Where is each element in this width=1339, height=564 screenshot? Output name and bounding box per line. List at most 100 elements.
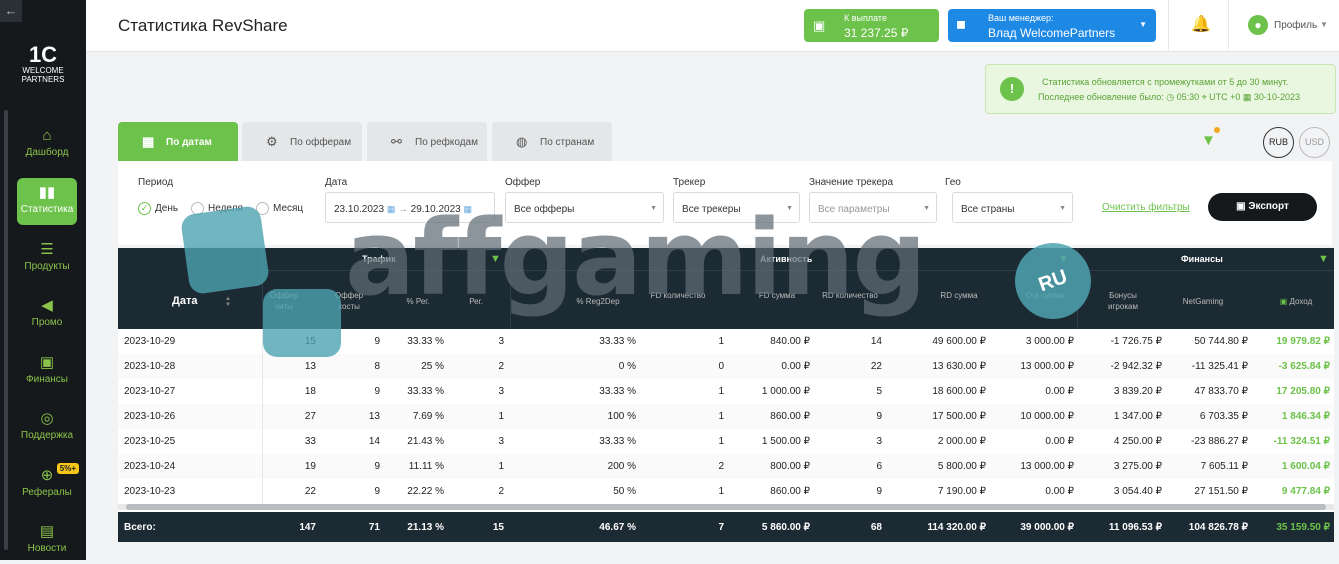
page-title: Статистика RevShare <box>118 16 288 35</box>
cell-rd-count: 14 <box>870 336 882 347</box>
cell-rd-count: 5 <box>876 386 882 397</box>
column-divider <box>262 248 263 329</box>
geo-label: Гео <box>945 177 961 188</box>
bell-icon[interactable]: 🔔 <box>1191 14 1211 34</box>
tab-by-dates[interactable]: ▦ По датам <box>118 122 238 161</box>
col-reg-percent[interactable]: % Рег. <box>388 296 448 307</box>
manager-dropdown[interactable]: ◼ Ваш менеджер: Влад WelcomePartners ▼ <box>948 9 1156 42</box>
sidebar-item-statistics[interactable]: ▮▮ Статистика <box>17 178 77 225</box>
chevron-down-icon[interactable]: ▼ <box>1320 20 1328 29</box>
col-reg[interactable]: Рег. <box>454 296 498 307</box>
clear-filters-link[interactable]: Очистить фильтры <box>1102 202 1190 213</box>
period-day-radio[interactable]: ✓ День <box>138 202 178 215</box>
cell-netgaming: -11 325.41 ₽ <box>1191 361 1248 372</box>
manager-label: Ваш менеджер: <box>988 13 1054 23</box>
sidebar-item-label: Промо <box>31 317 63 328</box>
date-to[interactable]: 29.10.2023 <box>411 204 461 215</box>
sidebar-item-support[interactable]: ◎ Поддержка <box>17 404 77 451</box>
offer-select[interactable]: Все офферы ▼ <box>505 192 664 223</box>
horizontal-scrollbar[interactable] <box>118 504 1334 510</box>
profile-link[interactable]: Профиль <box>1274 20 1317 31</box>
total-rd-count: 68 <box>870 522 882 533</box>
col-offer-hosts[interactable]: Оффер хосты <box>328 290 370 312</box>
tab-by-countries[interactable]: ◍ По странам <box>492 122 612 161</box>
scrollbar-thumb[interactable] <box>126 504 1326 510</box>
sort-icon[interactable]: ▲ ▼ <box>225 296 231 308</box>
info-icon: ! <box>1000 77 1024 101</box>
sidebar-item-products[interactable]: ☰ Продукты <box>17 235 77 282</box>
col-netgaming[interactable]: NetGaming <box>1170 296 1236 307</box>
period-week-radio[interactable]: Неделя <box>191 202 243 215</box>
table-header: Трафик ▼ Активность ▼ Финансы ▼ Дата ▲ ▼ … <box>118 248 1334 329</box>
avatar[interactable]: ● <box>1248 15 1268 35</box>
tab-by-refcodes[interactable]: ⚯ По рефкодам <box>367 122 487 161</box>
cell-offer-hits: 18 <box>304 386 316 397</box>
group-divider <box>263 270 1334 271</box>
filter-icon[interactable]: ▼ <box>1201 132 1216 149</box>
tab-label: По рефкодам <box>415 137 478 148</box>
cell-fd-count: 1 <box>718 486 724 497</box>
tab-by-offers[interactable]: ⚙ По офферам <box>242 122 362 161</box>
sidebar-scrollbar[interactable] <box>4 110 8 550</box>
currency-usd-button[interactable]: USD <box>1299 127 1330 158</box>
cell-reg-percent: 25 % <box>421 361 444 372</box>
col-out-sum[interactable]: Out сумма <box>1022 290 1068 301</box>
col-income[interactable]: ▣ Доход <box>1266 296 1326 307</box>
tracker-select[interactable]: Все трекеры ▼ <box>673 192 800 223</box>
col-fd-sum[interactable]: FD сумма <box>754 290 800 301</box>
cell-fd-sum: 0.00 ₽ <box>781 361 810 372</box>
cell-netgaming: 27 151.50 ₽ <box>1194 486 1248 497</box>
payout-widget[interactable]: ▣ К выплате 31 237.25 ₽ <box>804 9 939 42</box>
table-row: 2023-10-25 33 14 21.43 % 3 33.33 % 1 1 500.00 ₽… <box>118 429 1334 454</box>
logo[interactable]: 1C WELCOME PARTNERS <box>14 44 72 94</box>
sidebar-item-referrals[interactable]: ⊕ Рефералы 5%+ <box>17 461 79 508</box>
cell-reg: 2 <box>498 361 504 372</box>
table-row: 2023-10-23 22 9 22.22 % 2 50 % 1 860.00 ₽ 9 7 190… <box>118 479 1334 504</box>
date-column-header[interactable]: Дата <box>172 295 197 307</box>
collapse-sidebar-button[interactable]: ← <box>0 0 22 22</box>
col-rd-sum[interactable]: RD сумма <box>936 290 982 301</box>
filter-icon[interactable]: ▼ <box>1318 253 1329 265</box>
tracker-label: Трекер <box>673 177 706 188</box>
logo-text-2: PARTNERS <box>21 75 65 84</box>
sidebar-item-finance[interactable]: ▣ Финансы <box>17 348 77 395</box>
export-button[interactable]: ▣ Экспорт <box>1208 193 1317 221</box>
filter-icon[interactable]: ▼ <box>1058 253 1069 265</box>
col-offer-hits[interactable]: Оффер хиты <box>264 290 304 312</box>
sidebar-item-dashboard[interactable]: ⌂ Дашборд <box>17 121 77 168</box>
cell-out-sum: 0.00 ₽ <box>1045 386 1074 397</box>
date-range-picker[interactable]: 23.10.2023 ▦ → 29.10.2023 ▦ <box>325 192 495 223</box>
cell-player-bonus: 1 347.00 ₽ <box>1113 411 1162 422</box>
cell-reg2dep: 100 % <box>607 411 636 422</box>
cell-date: 2023-10-23 <box>124 486 176 497</box>
sidebar-item-promo[interactable]: ◀ Промо <box>17 291 77 338</box>
col-fd-count[interactable]: FD количество <box>650 290 706 301</box>
table-row: 2023-10-24 19 9 11.11 % 1 200 % 2 800.00 ₽ 6 5 80… <box>118 454 1334 479</box>
total-rd-sum: 114 320.00 ₽ <box>927 522 986 533</box>
cell-offer-hosts: 13 <box>368 411 380 422</box>
total-netgaming: 104 826.78 ₽ <box>1188 522 1248 533</box>
geo-value: Все страны <box>961 204 1015 215</box>
col-player-bonus[interactable]: Бонусы игрокам <box>1096 290 1150 312</box>
sidebar-item-label: Статистика <box>20 204 74 215</box>
col-rd-count[interactable]: RD количество <box>822 290 878 301</box>
date-from[interactable]: 23.10.2023 <box>334 204 384 215</box>
cell-reg: 2 <box>498 486 504 497</box>
chevron-down-icon: ▼ <box>1059 205 1066 212</box>
sidebar-item-label: Продукты <box>24 261 70 272</box>
cell-reg2dep: 33.33 % <box>599 336 636 347</box>
cell-netgaming: -23 886.27 ₽ <box>1191 436 1248 447</box>
arrow-right-icon: → <box>397 204 411 215</box>
currency-rub-button[interactable]: RUB <box>1263 127 1294 158</box>
geo-select[interactable]: Все страны ▼ <box>952 192 1073 223</box>
period-month-radio[interactable]: Месяц <box>256 202 303 215</box>
filter-icon[interactable]: ▼ <box>490 253 501 265</box>
cell-income: 19 979.82 ₽ <box>1276 336 1330 347</box>
totals-label: Всего: <box>124 522 156 533</box>
col-reg2dep[interactable]: % Reg2Dep <box>548 296 648 307</box>
cell-netgaming: 6 703.35 ₽ <box>1199 411 1248 422</box>
tracker-value-select[interactable]: Все параметры ▼ <box>809 192 937 223</box>
total-player-bonus: 11 096.53 ₽ <box>1108 522 1162 533</box>
cell-out-sum: 13 000.00 ₽ <box>1020 461 1074 472</box>
sidebar-item-news[interactable]: ▤ Новости <box>17 517 77 564</box>
